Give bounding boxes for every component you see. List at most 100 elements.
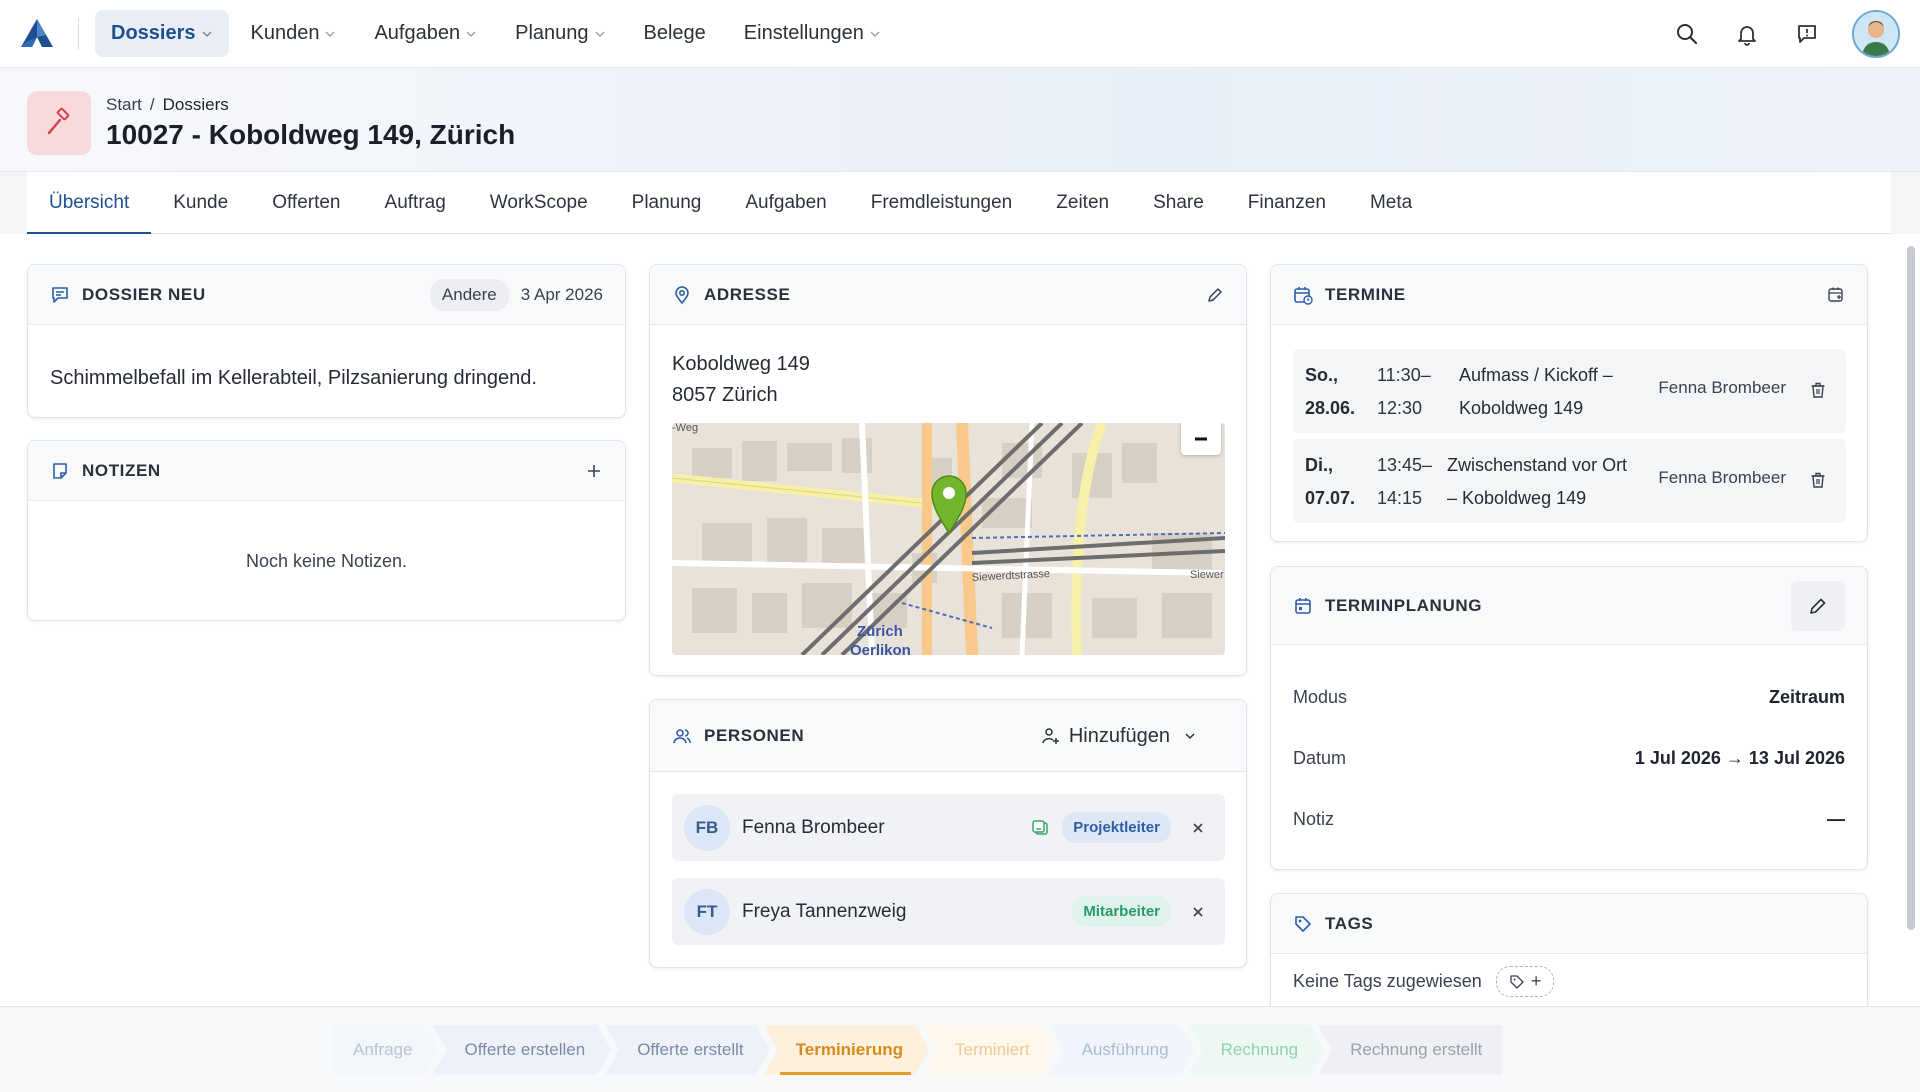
map-street-label: -Weg bbox=[672, 423, 698, 434]
card-header: DOSSIER NEU Andere 3 Apr 2026 bbox=[28, 265, 625, 325]
card-header: TERMINE bbox=[1271, 265, 1867, 325]
tab-planung[interactable]: Planung bbox=[610, 172, 724, 234]
card-header-actions bbox=[585, 441, 603, 501]
users-icon bbox=[673, 728, 691, 743]
page-title: 10027 - Koboldweg 149, Zürich bbox=[106, 119, 516, 150]
address-line-street: Koboldweg 149 bbox=[672, 353, 810, 375]
nav-item-kunden[interactable]: Kunden bbox=[235, 10, 353, 57]
add-person-button[interactable]: Hinzufügen bbox=[1041, 725, 1196, 748]
avatar[interactable] bbox=[1852, 10, 1900, 58]
tag-icon bbox=[1295, 915, 1311, 932]
status-step-terminiert[interactable]: Terminiert bbox=[923, 1025, 1056, 1075]
breadcrumb-start[interactable]: Start bbox=[106, 95, 142, 115]
breadcrumb-dossiers[interactable]: Dossiers bbox=[163, 95, 229, 115]
person-row[interactable]: FT Freya Tannenzweig Mitarbeiter bbox=[672, 878, 1225, 945]
category-badge: Andere bbox=[429, 279, 509, 311]
status-step-anfrage[interactable]: Anfrage bbox=[333, 1025, 439, 1075]
app-logo-icon[interactable] bbox=[20, 18, 54, 48]
bell-icon[interactable] bbox=[1732, 19, 1762, 49]
tag-icon bbox=[1510, 974, 1524, 989]
edit-scheduling-button[interactable] bbox=[1791, 581, 1845, 631]
map-view[interactable]: Siewerdtstrasse Siewer -Weg Zürich Oerli… bbox=[672, 423, 1225, 655]
status-step-offerte-erstellt[interactable]: Offerte erstellt bbox=[605, 1025, 769, 1075]
breadcrumb: Start / Dossiers bbox=[106, 95, 229, 115]
appointment-end: 12:30 bbox=[1377, 398, 1423, 418]
nav-item-dossiers[interactable]: Dossiers bbox=[95, 10, 229, 57]
tab-bar: Übersicht Kunde Offerten Auftrag WorkSco… bbox=[27, 172, 1891, 235]
tab-aufgaben[interactable]: Aufgaben bbox=[723, 172, 848, 234]
scrollbar-thumb[interactable] bbox=[1907, 246, 1915, 930]
row-key: Modus bbox=[1293, 686, 1348, 707]
appointment-title-line: Zwischenstand vor Ort bbox=[1447, 455, 1628, 475]
tab-finanzen[interactable]: Finanzen bbox=[1226, 172, 1348, 234]
card-header-meta: Andere 3 Apr 2026 bbox=[429, 265, 603, 325]
tab-fremdleistungen[interactable]: Fremdleistungen bbox=[849, 172, 1035, 234]
appointment-date: So., 28.06. bbox=[1305, 359, 1355, 425]
contact-card-icon[interactable] bbox=[1030, 818, 1050, 838]
tab-share[interactable]: Share bbox=[1131, 172, 1226, 234]
chat-list-icon bbox=[52, 286, 68, 303]
status-step-ausfuehrung[interactable]: Ausführung bbox=[1050, 1025, 1195, 1075]
dossier-description: Schimmelbefall im Kellerabteil, Pilzsani… bbox=[50, 367, 537, 389]
add-tag-button[interactable]: + bbox=[1495, 966, 1555, 997]
top-navigation: Dossiers Kunden Aufgaben Planung Belege … bbox=[0, 0, 1920, 68]
tab-uebersicht[interactable]: Übersicht bbox=[27, 172, 152, 235]
plus-icon[interactable] bbox=[585, 462, 603, 480]
nav-item-belege[interactable]: Belege bbox=[628, 10, 722, 57]
nav-item-label: Belege bbox=[643, 22, 706, 44]
hammer-icon bbox=[27, 91, 91, 155]
nav-item-aufgaben[interactable]: Aufgaben bbox=[358, 10, 493, 57]
card-header: PERSONEN Hinzufügen bbox=[650, 700, 1246, 772]
trash-icon[interactable] bbox=[1808, 380, 1828, 400]
page-header: Start / Dossiers 10027 - Koboldweg 149, … bbox=[0, 69, 1920, 172]
tab-offerten[interactable]: Offerten bbox=[250, 172, 362, 234]
calendar-icon bbox=[1295, 597, 1311, 614]
appointment-title-line: Koboldweg 149 bbox=[1459, 398, 1584, 418]
row-key: Datum bbox=[1293, 747, 1347, 768]
status-step-rechnung-erstellt[interactable]: Rechnung erstellt bbox=[1318, 1025, 1503, 1075]
main-menu: Dossiers Kunden Aufgaben Planung Belege … bbox=[95, 10, 903, 57]
chevron-down-icon bbox=[201, 30, 212, 37]
tags-empty-text: Keine Tags zugewiesen bbox=[1293, 971, 1482, 991]
status-step-offerte-erstellen[interactable]: Offerte erstellen bbox=[433, 1025, 612, 1075]
location-pin-icon bbox=[675, 285, 689, 304]
person-row[interactable]: FB Fenna Brombeer Projektleiter bbox=[672, 794, 1225, 861]
appointment-row[interactable]: So., 28.06. 11:30– 12:30 Aufmass / Kickoff… bbox=[1293, 349, 1846, 433]
person-initials: FT bbox=[684, 888, 730, 935]
person-name: Fenna Brombeer bbox=[742, 816, 885, 838]
add-user-icon bbox=[1042, 728, 1059, 744]
appointment-row[interactable]: Di., 07.07. 13:45– 14:15 Zwischenstand vor… bbox=[1293, 439, 1846, 523]
tab-meta[interactable]: Meta bbox=[1348, 172, 1434, 234]
nav-divider bbox=[78, 18, 79, 50]
nav-item-planung[interactable]: Planung bbox=[499, 10, 621, 57]
search-icon[interactable] bbox=[1672, 19, 1702, 49]
message-icon[interactable] bbox=[1792, 19, 1822, 49]
remove-person-button[interactable] bbox=[1183, 897, 1213, 927]
appointment-day: 28.06. bbox=[1305, 398, 1356, 418]
appointment-time: 13:45– 14:15 bbox=[1377, 449, 1432, 515]
dossier-date: 3 Apr 2026 bbox=[520, 285, 603, 304]
add-tag-label: + bbox=[1530, 971, 1542, 991]
remove-person-button[interactable] bbox=[1183, 813, 1213, 843]
row-key: Notiz bbox=[1293, 808, 1335, 829]
appointment-title-line: – Koboldweg 149 bbox=[1447, 488, 1587, 508]
zoom-out-button[interactable] bbox=[1181, 423, 1221, 455]
nav-item-label: Dossiers bbox=[111, 22, 196, 44]
top-actions bbox=[1672, 10, 1900, 58]
nav-item-label: Kunden bbox=[250, 22, 320, 44]
tab-auftrag[interactable]: Auftrag bbox=[363, 172, 468, 234]
status-step-rechnung[interactable]: Rechnung bbox=[1189, 1025, 1325, 1075]
row-value: Zeitraum bbox=[1768, 686, 1845, 707]
calendar-add-icon[interactable] bbox=[1827, 286, 1845, 304]
nav-item-label: Planung bbox=[515, 22, 589, 44]
tab-workscope[interactable]: WorkScope bbox=[468, 172, 610, 234]
scheduling-row-note: Notiz — bbox=[1293, 804, 1845, 834]
status-steps: Anfrage Offerte erstellen Offerte erstel… bbox=[333, 1025, 1503, 1075]
tab-kunde[interactable]: Kunde bbox=[151, 172, 250, 234]
nav-item-label: Aufgaben bbox=[374, 22, 461, 44]
tab-zeiten[interactable]: Zeiten bbox=[1034, 172, 1131, 234]
nav-item-einstellungen[interactable]: Einstellungen bbox=[728, 10, 897, 57]
pencil-icon[interactable] bbox=[1206, 286, 1224, 304]
status-step-terminierung[interactable]: Terminierung bbox=[764, 1025, 929, 1075]
trash-icon[interactable] bbox=[1808, 470, 1828, 490]
